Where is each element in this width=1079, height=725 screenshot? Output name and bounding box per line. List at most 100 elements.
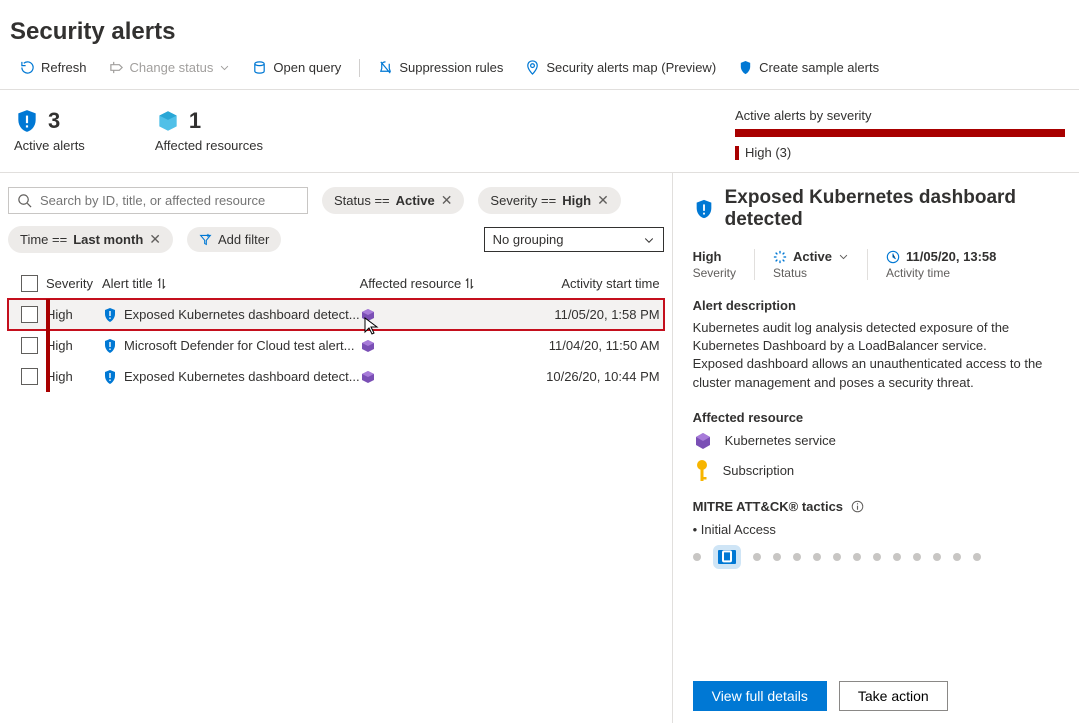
- severity-indicator: [46, 330, 50, 361]
- row-severity: High: [46, 369, 102, 384]
- status-icon: [109, 60, 124, 75]
- meta-time: 11/05/20, 13:58 Activity time: [867, 249, 1014, 280]
- severity-panel-title: Active alerts by severity: [735, 108, 1065, 123]
- table-row[interactable]: High Exposed Kubernetes dashboard detect…: [8, 299, 664, 330]
- severity-bar: [735, 129, 1065, 137]
- refresh-icon: [20, 60, 35, 75]
- kpi-row: 3 Active alerts 1 Affected resources Act…: [0, 90, 1079, 173]
- severity-indicator: [46, 361, 50, 392]
- chevron-down-icon: [219, 60, 230, 75]
- table-row[interactable]: High Exposed Kubernetes dashboard detect…: [8, 361, 664, 392]
- col-time[interactable]: Activity start time: [530, 276, 660, 291]
- chevron-down-icon[interactable]: [838, 251, 849, 262]
- create-sample-alerts-button[interactable]: Create sample alerts: [728, 54, 889, 81]
- affected-resource-subscription[interactable]: Subscription: [693, 459, 1059, 483]
- kubernetes-icon: [693, 431, 713, 451]
- kubernetes-icon: [360, 307, 376, 323]
- shield-icon: [102, 307, 118, 323]
- row-time: 11/05/20, 1:58 PM: [530, 307, 660, 322]
- active-alerts-label: Active alerts: [14, 138, 85, 153]
- kubernetes-icon: [360, 338, 376, 354]
- sort-icon: [465, 278, 474, 289]
- grid-header: Severity Alert title Affected resource A…: [8, 269, 664, 299]
- view-full-details-button[interactable]: View full details: [693, 681, 827, 711]
- shield-icon: [693, 198, 715, 220]
- search-box[interactable]: [8, 187, 308, 214]
- affected-resource-kubernetes[interactable]: Kubernetes service: [693, 431, 1059, 451]
- grouping-select[interactable]: No grouping: [484, 227, 664, 252]
- close-icon[interactable]: ✕: [597, 192, 609, 209]
- row-time: 10/26/20, 10:44 PM: [530, 369, 660, 384]
- chevron-down-icon: [643, 234, 655, 246]
- affected-resources-count: 1: [189, 108, 201, 134]
- meta-status[interactable]: Active Status: [754, 249, 867, 280]
- kpi-affected-resources: 1 Affected resources: [155, 108, 263, 153]
- shield-alert-icon: [14, 108, 40, 134]
- col-resource[interactable]: Affected resource: [360, 276, 530, 291]
- severity-panel: Active alerts by severity High (3): [735, 108, 1065, 160]
- affected-resources-label: Affected resources: [155, 138, 263, 153]
- shield-icon: [102, 338, 118, 354]
- cube-icon: [155, 108, 181, 134]
- grid-body: High Exposed Kubernetes dashboard detect…: [8, 299, 664, 392]
- close-icon[interactable]: ✕: [441, 192, 453, 209]
- change-status-button: Change status: [99, 54, 241, 81]
- key-icon: [693, 459, 711, 483]
- map-icon: [525, 60, 540, 75]
- shield-icon: [738, 60, 753, 75]
- row-severity: High: [46, 307, 102, 322]
- alerts-list-pane: Status == Active ✕ Severity == High ✕ Ti…: [0, 173, 673, 723]
- loading-icon: [773, 250, 787, 264]
- suppression-icon: [378, 60, 393, 75]
- clock-icon: [886, 250, 900, 264]
- add-filter-button[interactable]: Add filter: [187, 227, 281, 252]
- alert-description-heading: Alert description: [693, 298, 1059, 313]
- query-icon: [252, 60, 267, 75]
- kpi-active-alerts: 3 Active alerts: [14, 108, 85, 153]
- command-bar: Refresh Change status Open query Suppres…: [0, 54, 1079, 90]
- row-title: Exposed Kubernetes dashboard detect...: [124, 307, 360, 322]
- alert-detail-pane: Exposed Kubernetes dashboard detected Hi…: [673, 173, 1079, 723]
- suppression-rules-button[interactable]: Suppression rules: [368, 54, 513, 81]
- col-severity[interactable]: Severity: [46, 276, 102, 291]
- row-checkbox[interactable]: [21, 368, 38, 385]
- row-time: 11/04/20, 11:50 AM: [530, 338, 660, 353]
- close-icon[interactable]: ✕: [149, 231, 161, 248]
- kubernetes-icon: [360, 369, 376, 385]
- severity-indicator: [46, 299, 50, 330]
- mitre-heading: MITRE ATT&CK® tactics: [693, 499, 843, 514]
- filter-status-pill[interactable]: Status == Active ✕: [322, 187, 464, 214]
- severity-high-chip: [735, 146, 739, 160]
- severity-high-row: High (3): [735, 145, 1065, 160]
- active-alerts-count: 3: [48, 108, 60, 134]
- open-query-button[interactable]: Open query: [242, 54, 351, 81]
- severity-high-label: High (3): [745, 145, 791, 160]
- row-checkbox[interactable]: [21, 306, 38, 323]
- monitor-icon: [713, 545, 741, 569]
- filter-icon: [199, 232, 212, 247]
- page-title: Security alerts: [0, 0, 1079, 54]
- take-action-button[interactable]: Take action: [839, 681, 948, 711]
- security-alerts-map-button[interactable]: Security alerts map (Preview): [515, 54, 726, 81]
- meta-severity: High Severity: [693, 249, 754, 280]
- sort-icon: [157, 278, 166, 289]
- row-title: Microsoft Defender for Cloud test alert.…: [124, 338, 354, 353]
- select-all-checkbox[interactable]: [21, 275, 38, 292]
- filter-time-pill[interactable]: Time == Last month ✕: [8, 226, 173, 253]
- mitre-chain: [693, 545, 1059, 569]
- detail-title: Exposed Kubernetes dashboard detected: [725, 187, 1059, 231]
- search-icon: [17, 193, 32, 208]
- shield-icon: [102, 369, 118, 385]
- mitre-tactic: Initial Access: [693, 522, 1059, 537]
- search-input[interactable]: [40, 193, 299, 208]
- info-icon[interactable]: [851, 500, 864, 513]
- row-severity: High: [46, 338, 102, 353]
- filter-severity-pill[interactable]: Severity == High ✕: [478, 187, 620, 214]
- alert-description: Kubernetes audit log analysis detected e…: [693, 319, 1059, 392]
- col-title[interactable]: Alert title: [102, 276, 360, 291]
- table-row[interactable]: High Microsoft Defender for Cloud test a…: [8, 330, 664, 361]
- row-checkbox[interactable]: [21, 337, 38, 354]
- separator: [359, 59, 360, 77]
- row-title: Exposed Kubernetes dashboard detect...: [124, 369, 360, 384]
- refresh-button[interactable]: Refresh: [10, 54, 97, 81]
